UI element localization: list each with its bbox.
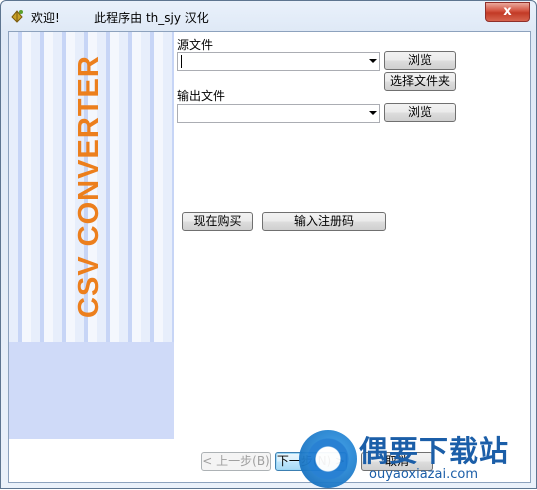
wizard-window: 欢迎! 此程序由 th_sjy 汉化 x CSV CONVERTER 源文件 浏… [0, 0, 537, 489]
select-folder-button[interactable]: 选择文件夹 [384, 72, 456, 91]
enter-registration-code-button[interactable]: 输入注册码 [262, 212, 386, 231]
site-watermark: 偶要下载站 ouyaoxiazai.com [299, 426, 537, 490]
output-file-label: 输出文件 [177, 89, 226, 103]
chevron-down-icon[interactable] [369, 59, 377, 63]
source-browse-button[interactable]: 浏览 [384, 51, 456, 70]
app-icon [11, 10, 23, 23]
watermark-text: 偶要下载站 [359, 434, 510, 468]
source-file-label: 源文件 [177, 38, 214, 52]
source-file-value [180, 54, 360, 69]
watermark-url: ouyaoxiazai.com [369, 467, 478, 482]
output-browse-button[interactable]: 浏览 [384, 103, 456, 122]
output-file-value [180, 106, 360, 121]
back-button[interactable]: < 上一步(B) [201, 452, 271, 471]
wizard-page: CSV CONVERTER 源文件 浏览 选择文件夹 输出文件 浏览 现在购买 … [8, 31, 531, 483]
output-file-combo[interactable] [177, 104, 380, 123]
chevron-down-icon[interactable] [369, 111, 377, 115]
buy-now-button[interactable]: 现在购买 [182, 212, 253, 231]
window-title: 欢迎! 此程序由 th_sjy 汉化 [31, 11, 209, 25]
side-banner: CSV CONVERTER [9, 32, 174, 439]
source-file-combo[interactable] [177, 52, 380, 71]
close-icon: x [503, 4, 512, 19]
close-button[interactable]: x [485, 2, 530, 22]
watermark-logo-icon [299, 430, 357, 488]
title-bar[interactable]: 欢迎! 此程序由 th_sjy 汉化 x [1, 1, 536, 31]
banner-title: CSV CONVERTER [73, 55, 105, 318]
